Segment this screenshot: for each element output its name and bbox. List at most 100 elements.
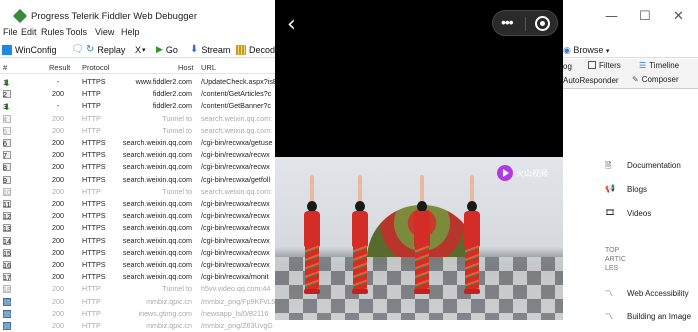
row-result: 200 (52, 321, 64, 330)
row-url: /cgi-bin/recwxa/recwx (201, 150, 270, 160)
table-row[interactable]: 14 200 HTTPS search.weixin.qq.com/cgi-bin/r… (0, 235, 275, 247)
row-host: search.weixin.qq.com (122, 223, 192, 233)
video-player-window: ‹ ••• 火山视频 (275, 0, 563, 320)
table-row[interactable]: 9 200 HTTPS search.weixin.qq.com/cgi-bin/re… (0, 174, 275, 186)
browse-button[interactable]: ◉ Browse ▾ (563, 45, 609, 56)
row-url: /cgi-bin/recwxa/recwx (201, 235, 270, 245)
welcome-panel: 🗎 Documentation 📢 Blogs 🎞 Videos TOP ART… (563, 90, 698, 321)
capsule-divider (525, 17, 526, 31)
table-row[interactable]: 18 200 HTTP Tunnel to h5vv.video.qq.com:44 (0, 283, 275, 295)
table-row[interactable]: 13 200 HTTPS search.weixin.qq.com/cgi-bin/r… (0, 222, 275, 234)
more-icon[interactable]: ••• (501, 14, 514, 30)
menu-tools[interactable]: Tools (66, 27, 87, 37)
table-row[interactable]: ⬇ 3- HTTP fiddler2.com/content/GetBanner?c (0, 100, 275, 112)
table-row[interactable]: 4 200 HTTP Tunnel to search.weixin.qq.com: (0, 113, 275, 125)
tab-filters[interactable]: Filters (588, 61, 621, 70)
row-url: /cgi-bin/recwxa/recwx (201, 199, 270, 208)
top-articles-heading: TOP ARTIC LES (605, 247, 626, 272)
menu-file[interactable]: File (3, 27, 18, 37)
tab-autoresponder[interactable]: AutoResponder (563, 76, 619, 85)
table-row[interactable]: 21 200 HTTP mmbiz.qpic.cn/mmbiz_png/Z63UvgG (0, 320, 275, 332)
row-result: 200 (52, 162, 64, 172)
menu-help[interactable]: Help (121, 27, 140, 37)
row-host: search.weixin.qq.com (122, 211, 192, 221)
table-row[interactable]: 12 200 HTTPS search.weixin.qq.com/cgi-bin/r… (0, 210, 275, 222)
row-result: 200 (52, 235, 64, 245)
menu-edit[interactable]: Edit (21, 27, 37, 37)
row-result: 200 (52, 296, 64, 306)
column-host[interactable]: Host (178, 63, 193, 72)
menu-view[interactable]: View (95, 27, 114, 37)
table-row[interactable]: ⬇ 1- HTTPS www.fiddler2.com/UpdateCheck.asp… (0, 76, 275, 88)
row-url: /content/GetArticles?c (201, 89, 272, 99)
row-result: 200 (52, 150, 64, 160)
link-videos[interactable]: Videos (627, 209, 651, 218)
row-host: search.weixin.qq.com (122, 260, 192, 269)
row-result: 200 (52, 174, 64, 184)
column-url[interactable]: URL (201, 63, 216, 72)
table-row[interactable]: 17 200 HTTPS search.weixin.qq.com/cgi-bin/r… (0, 271, 275, 283)
document-icon: 🗎 (605, 161, 612, 170)
row-protocol: HTTP (82, 308, 101, 318)
link-web-accessibility[interactable]: Web Accessibility (627, 289, 689, 298)
row-protocol: HTTP (82, 186, 101, 196)
video-frame[interactable]: 火山视频 (275, 157, 563, 320)
table-row[interactable]: 5 200 HTTP Tunnel to search.weixin.qq.com: (0, 125, 275, 137)
close-target-icon[interactable] (535, 16, 550, 31)
megaphone-icon: 📢 (605, 184, 615, 193)
decode-button[interactable]: Decod (236, 43, 275, 56)
table-row[interactable]: 6 200 HTTPS search.weixin.qq.com/cgi-bin/re… (0, 137, 275, 149)
row-protocol: HTTP (82, 89, 101, 99)
minimize-button[interactable]: — (605, 9, 618, 24)
back-chevron-icon[interactable]: ‹ (287, 14, 296, 36)
column-num[interactable]: # (3, 63, 7, 72)
row-protocol: HTTP (82, 125, 101, 135)
film-icon: 🎞 (605, 208, 616, 217)
row-url: /cgi-bin/recwxa/monit (201, 272, 269, 282)
miniprogram-capsule: ••• (492, 10, 558, 36)
table-row[interactable]: 15 200 HTTPS search.weixin.qq.com/cgi-bin/r… (0, 247, 275, 259)
maximize-button[interactable]: ☐ (639, 9, 651, 24)
tab-timeline[interactable]: ☰ Timeline (639, 61, 679, 70)
comment-button[interactable]: 🗨 (71, 43, 84, 56)
row-protocol: HTTP (82, 296, 101, 306)
link-documentation[interactable]: Documentation (627, 161, 681, 170)
video-watermark: 火山视频 (497, 165, 549, 181)
link-blogs[interactable]: Blogs (627, 185, 647, 194)
close-button[interactable]: ✕ (673, 9, 684, 24)
row-result: 200 (52, 89, 64, 99)
row-result: 200 (52, 125, 64, 135)
tab-composer[interactable]: ✎ Composer (632, 75, 679, 84)
table-row[interactable]: 10 200 HTTP Tunnel to search.weixin.qq.com: (0, 186, 275, 198)
go-button[interactable]: ▶ Go (156, 43, 178, 56)
table-row[interactable]: 11 200 HTTPS search.weixin.qq.com/cgi-bin/r… (0, 198, 275, 210)
table-row[interactable]: 2 200 HTTP fiddler2.com/content/GetArticles… (0, 88, 275, 100)
remove-button[interactable]: X ▾ (135, 43, 146, 56)
replay-button[interactable]: ↻ Replay (86, 43, 125, 56)
row-url: search.weixin.qq.com: (201, 125, 273, 135)
row-host: mmbiz.qpic.cn (146, 321, 192, 330)
replay-icon: ↻ (86, 44, 95, 55)
windows-logo-icon (2, 44, 12, 55)
row-host: search.weixin.qq.com (122, 162, 192, 172)
stream-button[interactable]: ⬇ Stream (190, 43, 230, 56)
winconfig-button[interactable]: WinConfig (2, 43, 57, 56)
table-row[interactable]: 7 200 HTTPS search.weixin.qq.com/cgi-bin/re… (0, 149, 275, 161)
huoshan-logo-icon (497, 165, 513, 181)
speech-bubble-icon: 🗨 (71, 44, 84, 55)
table-row[interactable]: 16 200 HTTPS search.weixin.qq.com/cgi-bin/r… (0, 259, 275, 271)
table-row[interactable]: 19 200 HTTP mmbiz.qpic.cn/mmbiz_png/Fp9KFvL… (0, 296, 275, 308)
sessions-header: # Result Protocol Host URL (0, 60, 275, 74)
dancer-figure (457, 175, 487, 305)
row-host: Tunnel to (162, 113, 192, 123)
menu-rules[interactable]: Rules (41, 27, 64, 37)
row-host: Tunnel to (162, 284, 192, 294)
table-row[interactable]: 20 200 HTTP inews.gtimg.com/newsapp_ls/0/82… (0, 308, 275, 320)
column-result[interactable]: Result (49, 63, 70, 72)
row-result: 200 (52, 272, 64, 282)
column-protocol[interactable]: Protocol (82, 63, 110, 72)
table-row[interactable]: 8 200 HTTPS search.weixin.qq.com/cgi-bin/re… (0, 161, 275, 173)
row-url: /cgi-bin/recwxa/recwx (201, 260, 270, 269)
dropdown-arrow-icon: ▾ (142, 46, 146, 54)
tab-log[interactable]: og (563, 62, 572, 71)
